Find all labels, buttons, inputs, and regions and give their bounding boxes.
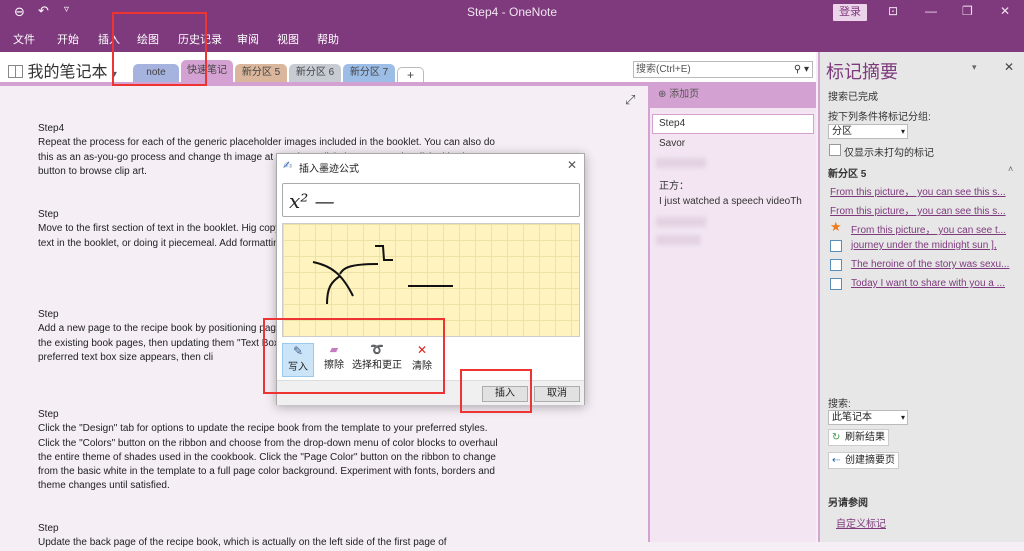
- page-list: ⊕ 添加页 Step4 Savor 正方： I just watched a s…: [648, 82, 816, 542]
- refresh-results-button[interactable]: ↻ 刷新结果: [828, 429, 889, 446]
- paragraph-body: Update the back page of the recipe book,…: [38, 537, 447, 549]
- refresh-icon: ↻: [832, 432, 841, 443]
- summary-page-icon: ⇠: [832, 455, 841, 466]
- dialog-title: 插入墨迹公式: [299, 164, 359, 175]
- panel-title: 标记摘要: [826, 62, 898, 82]
- page-item[interactable]: 正方：: [659, 177, 689, 192]
- paragraph-heading: Step: [38, 409, 59, 420]
- search-placeholder: 搜索(Ctrl+E): [636, 64, 691, 75]
- menu-view[interactable]: 视图: [277, 31, 299, 47]
- paragraph[interactable]: Step Click the "Design" tab for options t…: [38, 408, 508, 494]
- expand-icon[interactable]: ⤢: [625, 92, 635, 108]
- add-section-button[interactable]: +: [397, 67, 424, 82]
- paragraph[interactable]: Step Update the back page of the recipe b…: [38, 522, 508, 551]
- tag-summary-panel: 标记摘要 ▾ ✕ 搜索已完成 按下列条件将标记分组: 分区 ▾ 仅显示未打勾的标记…: [818, 52, 1024, 542]
- section-tab-7[interactable]: 新分区 7: [343, 64, 395, 82]
- notebook-name: 我的笔记本: [27, 64, 108, 81]
- blurred-page-item[interactable]: [656, 235, 701, 245]
- search-scope-select[interactable]: 此笔记本 ▾: [828, 410, 908, 425]
- panel-menu-icon[interactable]: ▾: [972, 62, 977, 73]
- add-page-button[interactable]: ⊕ 添加页: [650, 82, 816, 108]
- tag-item[interactable]: From this picture， you can see this s...: [830, 183, 1006, 198]
- notebook-selector[interactable]: 我的笔记本 ▾: [8, 58, 117, 82]
- paragraph-heading: Step: [38, 523, 59, 534]
- todo-checkbox[interactable]: [830, 278, 842, 290]
- unchecked-only-checkbox[interactable]: [829, 144, 841, 156]
- chevron-down-icon: ▾: [900, 413, 905, 422]
- search-scope-label: 搜索:: [828, 399, 851, 410]
- page-item[interactable]: Step4: [659, 118, 685, 129]
- paragraph-heading: Step4: [38, 123, 65, 134]
- cancel-button[interactable]: 取消: [534, 386, 580, 402]
- collapse-icon[interactable]: ˄: [1008, 164, 1013, 174]
- login-button[interactable]: 登录: [833, 4, 867, 21]
- chevron-down-icon: ▾: [900, 127, 905, 136]
- menu-help[interactable]: 帮助: [317, 31, 339, 47]
- group-select[interactable]: 分区 ▾: [828, 124, 908, 139]
- unchecked-only-label: 仅显示未打勾的标记: [844, 148, 934, 159]
- custom-tags-link[interactable]: 自定义标记: [836, 515, 886, 530]
- section-tab-6[interactable]: 新分区 6: [289, 64, 341, 82]
- group-select-value: 分区: [832, 126, 852, 137]
- annotation-highlight-insert: [460, 369, 532, 413]
- todo-checkbox[interactable]: [830, 240, 842, 252]
- search-scope-value: 此笔记本: [832, 412, 872, 423]
- close-window-icon[interactable]: ✕: [1000, 4, 1010, 18]
- section-tab-5[interactable]: 新分区 5: [235, 64, 287, 82]
- equation-preview: x² —: [282, 183, 580, 217]
- page-item[interactable]: I just watched a speech videoTh: [659, 196, 802, 207]
- refresh-label: 刷新结果: [845, 432, 885, 443]
- search-icon[interactable]: ⚲ ▾: [794, 62, 809, 77]
- todo-checkbox[interactable]: [830, 259, 842, 271]
- add-page-label: 添加页: [669, 89, 700, 100]
- annotation-highlight-draw-menu: [112, 12, 207, 86]
- search-status: 搜索已完成: [828, 92, 878, 103]
- group-label: 按下列条件将标记分组:: [828, 112, 931, 123]
- panel-close-icon[interactable]: ✕: [1004, 60, 1014, 74]
- tag-item[interactable]: From this picture， you can see t...: [851, 221, 1006, 236]
- tag-item[interactable]: Today I want to share with you a ...: [851, 278, 1005, 289]
- blurred-page-item[interactable]: [656, 217, 706, 227]
- equation-icon: ✍: [283, 160, 293, 172]
- minimize-icon[interactable]: —: [925, 4, 937, 18]
- page-item[interactable]: Savor: [659, 138, 685, 149]
- annotation-highlight-tools: [263, 318, 445, 394]
- plus-circle-icon: ⊕: [658, 89, 670, 100]
- tag-item[interactable]: From this picture， you can see this s...: [830, 202, 1006, 217]
- search-input[interactable]: 搜索(Ctrl+E) ⚲ ▾: [633, 61, 813, 78]
- blurred-page-item[interactable]: [656, 158, 706, 168]
- see-also-heading: 另请参阅: [828, 498, 868, 509]
- paragraph-body: Click the "Design" tab for options to up…: [38, 423, 498, 492]
- section-group-heading: 新分区 5: [828, 169, 867, 180]
- star-icon: ★: [830, 219, 842, 234]
- menu-home[interactable]: 开始: [57, 31, 79, 47]
- create-summary-page-button[interactable]: ⇠ 创建摘要页: [828, 452, 899, 469]
- menu-review[interactable]: 审阅: [237, 31, 259, 47]
- restore-icon[interactable]: ❐: [962, 4, 973, 18]
- ribbon-display-icon[interactable]: ⊡: [888, 4, 898, 18]
- create-summary-label: 创建摘要页: [845, 455, 895, 466]
- notebook-icon: [8, 65, 23, 78]
- dialog-close-icon[interactable]: ✕: [567, 158, 577, 172]
- tag-item[interactable]: The heroine of the story was sexu...: [851, 259, 1009, 270]
- menu-file[interactable]: 文件: [13, 31, 35, 47]
- tag-item[interactable]: journey under the midnight sun ],: [851, 240, 997, 251]
